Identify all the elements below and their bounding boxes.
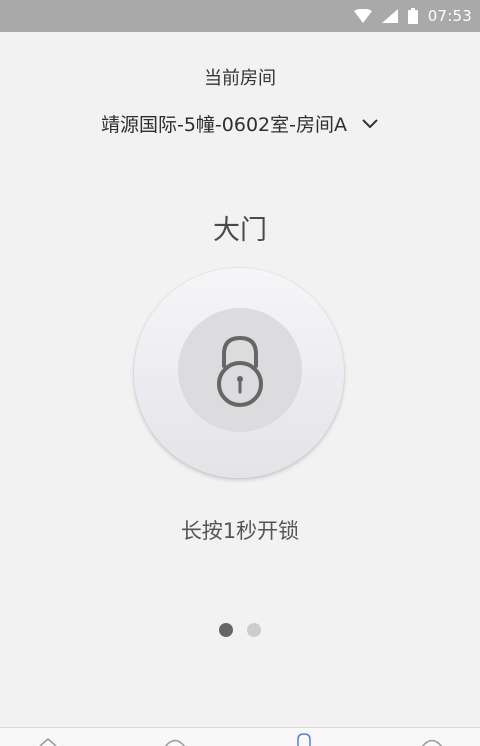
chevron-down-icon — [361, 118, 379, 130]
unlock-button-inner — [178, 308, 302, 432]
signal-icon — [381, 9, 398, 23]
unlock-hint: 长按1秒开锁 — [180, 519, 300, 543]
room-selector[interactable]: 靖源国际-5幢-0602室-房间A — [0, 110, 480, 137]
status-icons: 07:53 — [353, 0, 472, 32]
page-indicator — [0, 623, 480, 637]
lock-icon — [214, 334, 266, 412]
status-time: 07:53 — [427, 7, 472, 25]
bottom-nav — [0, 727, 480, 746]
user-icon[interactable] — [296, 733, 312, 746]
page-dot-2[interactable] — [247, 623, 261, 637]
status-bar: 07:53 — [0, 0, 480, 32]
battery-icon — [407, 8, 418, 24]
unlock-button[interactable] — [134, 268, 344, 478]
page-dot-1[interactable] — [219, 623, 233, 637]
current-room-label: 当前房间 — [204, 68, 276, 89]
room-name: 靖源国际-5幢-0602室-房间A — [100, 114, 347, 136]
door-name: 大门 — [213, 215, 267, 246]
wifi-icon — [353, 9, 372, 23]
